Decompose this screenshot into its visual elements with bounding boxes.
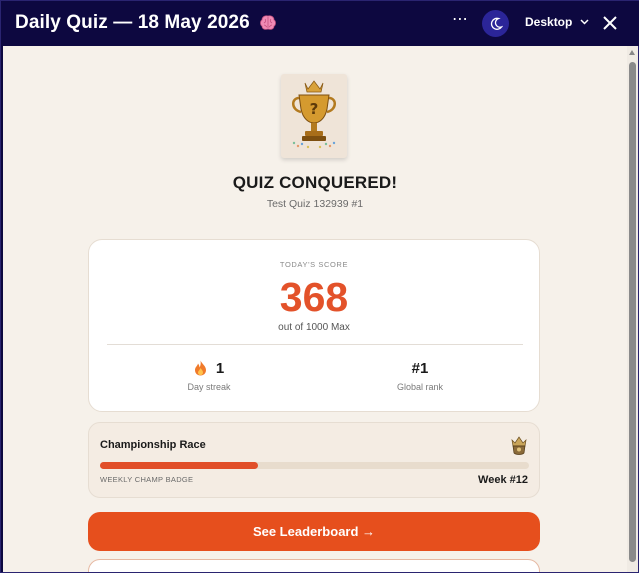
score-label: TODAY'S SCORE <box>279 260 349 269</box>
scrollbar-thumb[interactable] <box>629 62 636 562</box>
score-value: 368 <box>279 274 349 320</box>
app-window: Daily Quiz — 18 May 2026 ⋯ Desktop ? QUI… <box>0 0 639 573</box>
app-title: Daily Quiz — 18 May 2026 <box>15 12 278 34</box>
crown-badge-icon <box>511 436 527 455</box>
race-title: Championship Race <box>100 439 206 451</box>
scroll-up-arrow-icon[interactable] <box>629 50 635 55</box>
score-card: TODAY'S SCORE 368 out of 1000 Max 1 Day … <box>88 239 540 412</box>
score-max: out of 1000 Max <box>278 322 350 333</box>
results-panel: ? QUIZ CONQUERED! Test Quiz 132939 #1 TO… <box>3 46 627 572</box>
day-streak-label: Day streak <box>187 382 231 392</box>
day-streak-value: 1 <box>215 359 225 377</box>
score-divider <box>107 344 523 345</box>
championship-race-card: Championship Race WEEKLY CHAMP BADGE Wee… <box>88 422 540 498</box>
svg-text:?: ? <box>310 100 319 118</box>
global-rank-stat: #1 Global rank <box>320 358 520 393</box>
quiz-name: Test Quiz 132939 #1 <box>266 198 364 210</box>
close-icon[interactable] <box>599 12 621 34</box>
brain-icon <box>259 15 276 30</box>
moon-icon <box>490 17 503 30</box>
weekly-badge-label: WEEKLY CHAMP BADGE <box>100 475 194 484</box>
day-streak-stat: 1 Day streak <box>109 358 309 393</box>
result-headline: QUIZ CONQUERED! <box>232 173 398 192</box>
global-rank-label: Global rank <box>396 382 444 392</box>
scrollbar[interactable] <box>627 46 638 572</box>
theme-toggle-button[interactable] <box>482 10 509 37</box>
secondary-action-button[interactable] <box>88 559 540 572</box>
trophy-icon: ? <box>292 80 336 149</box>
race-progress-track <box>100 462 529 469</box>
device-select[interactable]: Desktop <box>525 15 589 29</box>
trophy-image: ? <box>281 74 347 158</box>
see-leaderboard-button[interactable]: See Leaderboard → <box>88 512 540 551</box>
race-progress-fill <box>100 462 258 469</box>
more-options-button[interactable]: ⋯ <box>448 12 472 33</box>
global-rank-value: #1 <box>411 359 429 377</box>
week-label: Week #12 <box>478 474 528 486</box>
device-select-label: Desktop <box>525 15 573 29</box>
title-bar: Daily Quiz — 18 May 2026 ⋯ Desktop <box>1 1 639 46</box>
chevron-down-icon <box>580 19 589 25</box>
fire-icon <box>194 360 206 376</box>
app-title-text: Daily Quiz — 18 May 2026 <box>15 12 250 33</box>
